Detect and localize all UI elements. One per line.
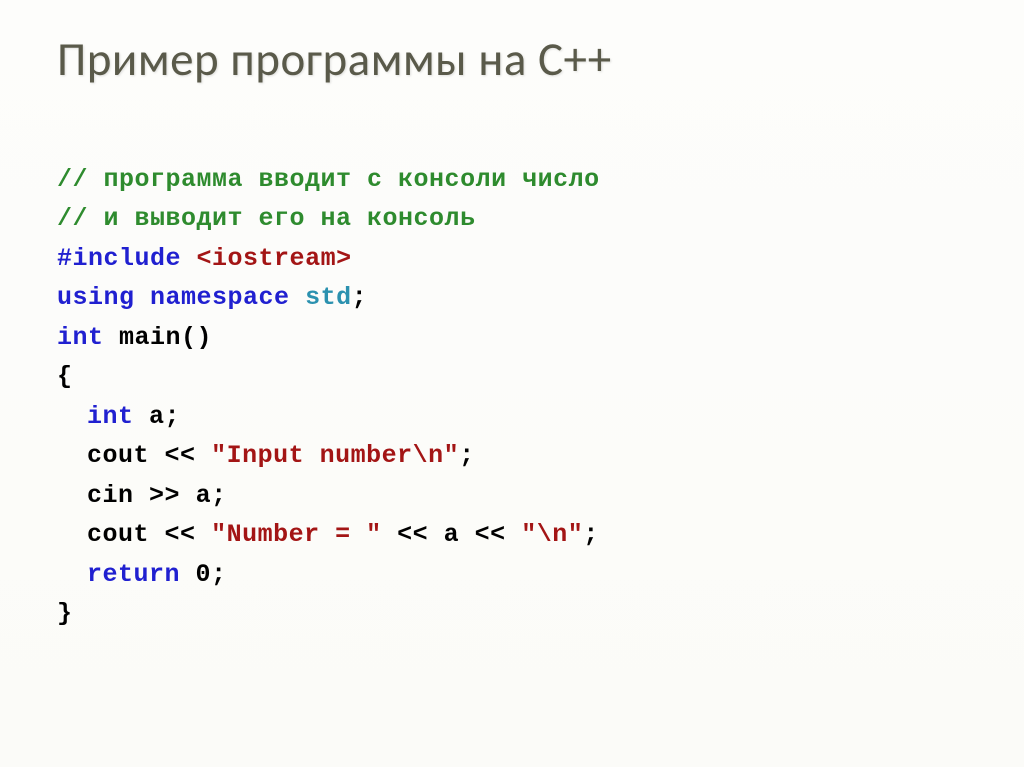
include-keyword: #include xyxy=(57,244,181,273)
std-identifier: std xyxy=(305,283,352,312)
return-keyword: return xyxy=(87,560,180,589)
semicolon: ; xyxy=(352,283,368,312)
slide-title: Пример программы на C++ xyxy=(57,30,979,88)
int-type: int xyxy=(87,402,134,431)
semicolon: ; xyxy=(211,481,227,510)
cout-identifier: cout xyxy=(87,520,149,549)
main-identifier: main xyxy=(119,323,181,352)
open-brace: { xyxy=(57,362,73,391)
slide: Пример программы на C++ // программа вво… xyxy=(0,0,1024,767)
comment-line-1: // программа вводит с консоли число xyxy=(57,165,600,194)
stream-out-op: << xyxy=(165,520,196,549)
cin-identifier: cin xyxy=(87,481,134,510)
stream-out-op: << xyxy=(397,520,428,549)
var-a: a xyxy=(149,402,165,431)
semicolon: ; xyxy=(583,520,599,549)
semicolon: ; xyxy=(211,560,227,589)
stream-in-op: >> xyxy=(149,481,180,510)
var-a: a xyxy=(444,520,460,549)
cout-identifier: cout xyxy=(87,441,149,470)
stream-out-op: << xyxy=(475,520,506,549)
semicolon: ; xyxy=(459,441,475,470)
include-header: <iostream> xyxy=(197,244,352,273)
stream-out-op: << xyxy=(165,441,196,470)
code-block: // программа вводит с консоли число // и… xyxy=(57,120,979,634)
close-brace: } xyxy=(57,599,73,628)
comment-line-2: // и выводит его на консоль xyxy=(57,204,476,233)
int-type: int xyxy=(57,323,104,352)
parentheses: () xyxy=(181,323,212,352)
string-newline: "\n" xyxy=(521,520,583,549)
var-a: a xyxy=(196,481,212,510)
string-input-number: "Input number\n" xyxy=(211,441,459,470)
zero-literal: 0 xyxy=(196,560,212,589)
string-number-eq: "Number = " xyxy=(211,520,382,549)
namespace-keyword: namespace xyxy=(150,283,290,312)
using-keyword: using xyxy=(57,283,135,312)
semicolon: ; xyxy=(165,402,181,431)
